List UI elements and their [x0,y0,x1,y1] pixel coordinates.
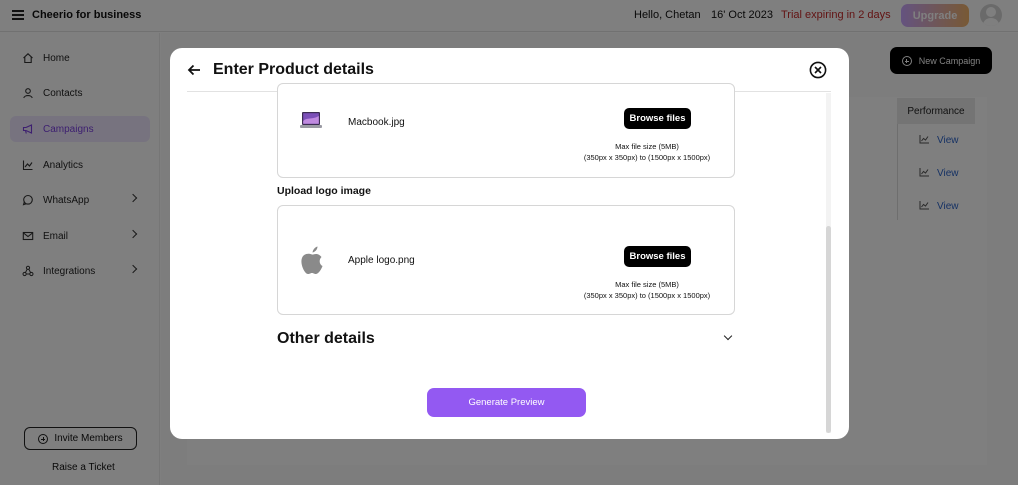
upload-logo-label: Upload logo image [277,185,371,197]
file-size-limit: Max file size (5MB) [615,280,679,289]
product-details-modal: Enter Product details Macbook.jpg Browse… [170,48,849,439]
product-file-name: Macbook.jpg [348,117,405,128]
modal-title: Enter Product details [213,61,374,78]
scrollbar-thumb[interactable] [826,226,831,433]
apple-logo-thumbnail-icon [299,245,325,280]
logo-file-name: Apple logo.png [348,255,415,266]
other-details-toggle[interactable]: Other details [277,330,375,348]
browse-files-button[interactable]: Browse files [624,246,691,267]
product-image-upload-card: Macbook.jpg Browse files Max file size (… [277,83,735,178]
file-size-note: Max file size (5MB) (350px x 350px) to (… [572,279,722,301]
file-size-note: Max file size (5MB) (350px x 350px) to (… [572,141,722,163]
logo-upload-card: Apple logo.png Browse files Max file siz… [277,205,735,315]
macbook-thumbnail-icon [300,111,322,136]
chevron-down-icon[interactable] [723,331,733,341]
close-icon[interactable] [809,61,827,79]
file-dimension-limit: (350px x 350px) to (1500px x 1500px) [583,291,711,300]
browse-files-button[interactable]: Browse files [624,108,691,129]
back-arrow-icon[interactable] [187,63,201,77]
file-dimension-limit: (350px x 350px) to (1500px x 1500px) [583,153,711,162]
file-size-limit: Max file size (5MB) [615,142,679,151]
generate-preview-button[interactable]: Generate Preview [427,388,586,417]
